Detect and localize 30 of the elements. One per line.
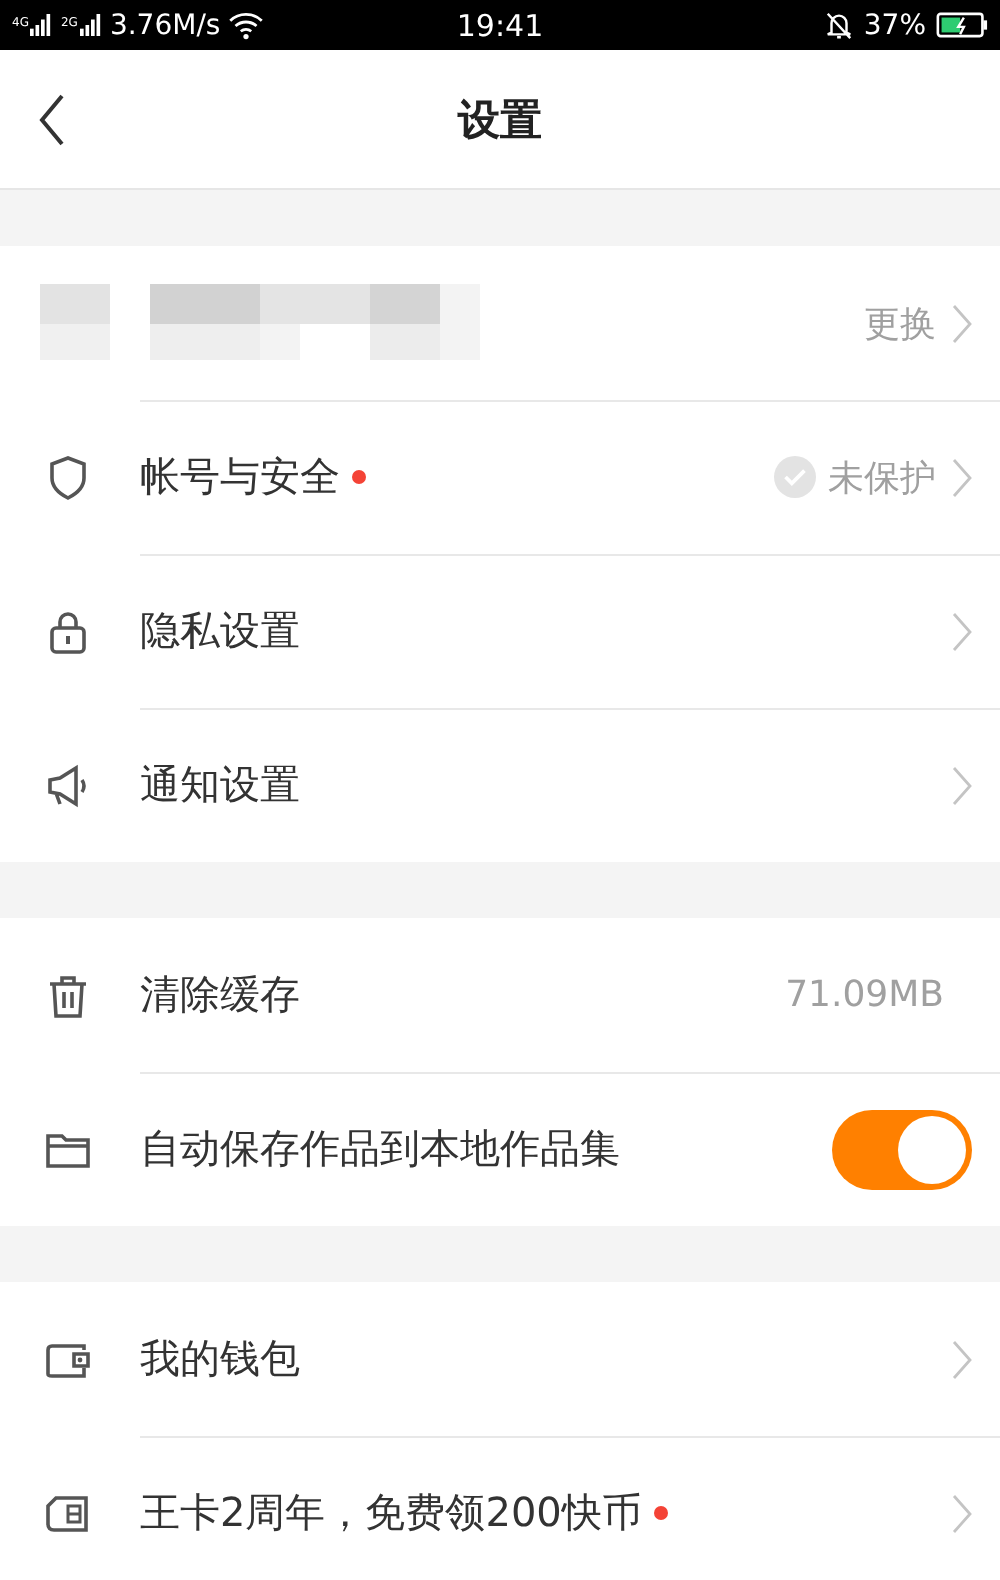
setting-label[interactable]: 王卡2周年，免费领200快币 (140, 1486, 642, 1540)
page-title: 设置 (458, 93, 542, 147)
trash-icon (44, 971, 92, 1019)
toggle-switch[interactable] (832, 1109, 972, 1189)
setting-label[interactable]: 帐号与安全 (140, 450, 340, 504)
battery-level: 37% (863, 9, 926, 41)
shield-icon (44, 453, 92, 501)
chevron-right-icon (952, 457, 972, 497)
lock-icon (44, 607, 92, 655)
setting-label[interactable]: 我的钱包 (140, 1332, 300, 1386)
chevron-right-icon (952, 765, 972, 805)
chevron-right-icon (952, 1339, 972, 1379)
cache-size: 71.09MB (785, 974, 944, 1016)
setting-label[interactable]: 通知设置 (140, 758, 300, 812)
signal-icon (30, 14, 53, 36)
battery-icon (936, 12, 988, 38)
setting-label[interactable]: 隐私设置 (140, 604, 300, 658)
megaphone-icon (44, 761, 92, 809)
status-text: 未保护 (828, 455, 936, 501)
wifi-icon (228, 11, 265, 39)
setting-label[interactable]: 自动保存作品到本地作品集 (140, 1122, 620, 1176)
chevron-right-icon (952, 303, 972, 343)
chevron-right-icon (952, 1493, 972, 1533)
network-speed: 3.76M/s (109, 9, 221, 41)
setting-label[interactable]: 清除缓存 (140, 968, 300, 1022)
clock: 19:41 (456, 7, 544, 43)
back-icon[interactable] (38, 91, 66, 147)
bell-muted-icon (823, 10, 854, 40)
chevron-right-icon (952, 611, 972, 651)
signal-icon (79, 14, 102, 36)
